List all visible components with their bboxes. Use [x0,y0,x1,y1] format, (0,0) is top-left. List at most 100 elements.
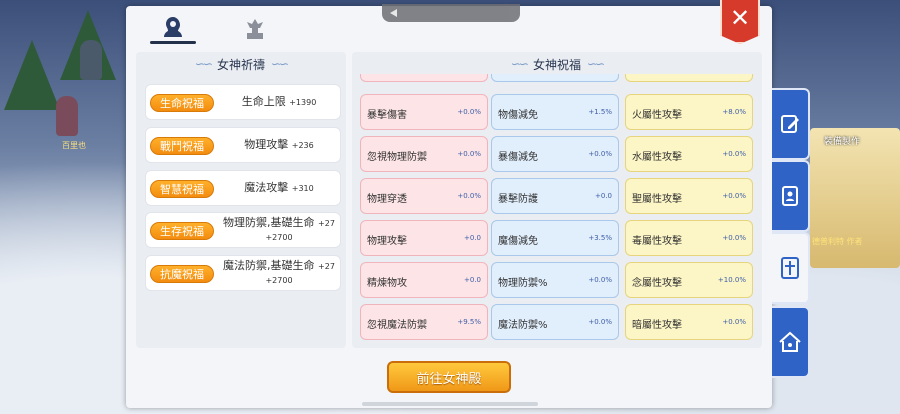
stat-name: 物傷減免 [498,110,538,121]
go-to-goddess-temple-button[interactable]: 前往女神殿 [387,361,511,393]
guild-home-icon [779,331,801,352]
blessing-tag: 抗魔祝福 [150,265,214,283]
side-tab-edit[interactable] [772,88,810,160]
pine-tree [4,40,60,110]
stat-name: 物理攻擊 [244,138,289,151]
blessing-row[interactable]: 生存祝福 物理防禦,基礎生命 +27 +2700 [145,212,341,248]
stat-cell: 物理穿透 +0.0% [360,178,488,214]
stat-cell: 忽視物理防禦 +0.0% [360,136,488,172]
stat-name: 魔法防禦,基礎生命 [223,259,315,272]
stat-name: 魔傷減免 [498,236,538,247]
panel-header: ∽∽ 女神祝福 ∽∽ [352,52,762,76]
stat-name: 魔法防禦% [498,320,548,331]
stat-value: +0.0% [588,276,612,284]
stat-cell: 念屬性攻擊 +10.0% [625,262,753,298]
panel-title: 女神祝福 [532,57,581,72]
stat-cell: 魔法防禦% +0.0% [491,304,619,340]
stat-name: 暴擊傷害 [367,110,407,121]
edit-icon [781,115,799,133]
wave-ornament-icon: ∽∽ [510,57,529,71]
wave-ornament-icon: ∽∽ [271,57,289,71]
panel-bottom-handle [362,402,538,406]
stat-value-secondary: +2700 [265,276,293,285]
tab-goddess-prayer[interactable] [150,12,196,44]
close-icon: ✕ [729,4,751,32]
stat-value: +1.5% [588,108,612,116]
stat-name: 聖屬性攻擊 [632,194,682,205]
stat-value: +8.0% [722,108,746,116]
stat-name: 暗屬性攻擊 [632,320,682,331]
stat-name: 毒屬性攻擊 [632,236,682,247]
stat-name: 生命上限 [241,95,286,108]
npc-portrait-card[interactable] [810,128,900,268]
tab-goddess-statue[interactable] [232,12,278,44]
blessing-row[interactable]: 智慧祝福 魔法攻擊 +310 [145,170,341,206]
collapse-handle[interactable] [382,4,520,22]
blessing-tag: 智慧祝福 [150,180,214,198]
goddess-statue-icon [247,19,263,39]
stat-value: +0.0 [464,234,481,242]
stat-name: 念屬性攻擊 [632,278,682,289]
stat-cell: 暴擊防護 +0.0 [491,178,619,214]
active-tab-indicator [150,41,196,44]
stat-cell: 火屬性攻擊 +8.0% [625,94,753,130]
stat-name: 水屬性攻擊 [632,152,682,163]
stat-cell: 物理攻擊 +0.0 [360,220,488,256]
side-tab-goddess[interactable] [772,232,810,304]
stat-cell-partial [625,74,753,82]
blessing-row[interactable]: 生命祝福 生命上限 +1390 [145,84,341,120]
side-tab-guild[interactable] [772,306,810,378]
stat-name: 忽視物理防禦 [367,152,427,163]
player-character[interactable] [56,96,78,136]
stat-name: 物理防禦,基礎生命 [223,216,315,229]
holy-cross-icon [781,257,799,279]
blessing-tag: 戰鬥祝福 [150,137,214,155]
stat-cell: 水屬性攻擊 +0.0% [625,136,753,172]
stat-value: +236 [291,141,314,150]
stat-value: +3.5% [588,234,612,242]
stat-name: 魔法攻擊 [244,181,289,194]
crafting-label: 裝備製作 [824,137,861,147]
stat-value: +1390 [289,98,317,107]
stat-name: 暴傷減免 [498,152,538,163]
stat-cell: 暴傷減免 +0.0% [491,136,619,172]
wave-ornament-icon: ∽∽ [587,57,605,71]
stat-cell: 暴擊傷害 +0.0% [360,94,488,130]
close-button[interactable]: ✕ [720,0,760,44]
panel-title: 女神祈禱 [216,57,265,72]
goddess-silhouette-icon [164,17,182,37]
blessing-stat: 物理攻擊 +236 [222,138,336,152]
stat-value: +27 [318,219,335,228]
stat-cell-partial [360,74,488,82]
stat-value: +0.0% [457,150,481,158]
stat-value: +27 [318,262,335,271]
stat-value: +0.0% [722,192,746,200]
blessing-tag: 生命祝福 [150,94,214,112]
stat-cell: 聖屬性攻擊 +0.0% [625,178,753,214]
blessing-row[interactable]: 抗魔祝福 魔法防禦,基礎生命 +27 +2700 [145,255,341,291]
stat-value: +0.0 [595,192,612,200]
stat-value: +9.5% [457,318,481,326]
blessing-row[interactable]: 戰鬥祝福 物理攻擊 +236 [145,127,341,163]
npc-name: 百里也 [62,141,86,150]
stat-value: +0.0% [588,150,612,158]
stat-name: 火屬性攻擊 [632,110,682,121]
stat-cell: 忽視魔法防禦 +9.5% [360,304,488,340]
stat-value: +10.0% [717,276,746,284]
side-tab-contacts[interactable] [772,160,810,232]
blessing-stat: 魔法防禦,基礎生命 +27 +2700 [222,259,336,287]
stat-value: +0.0% [457,108,481,116]
stat-cell: 魔傷減免 +3.5% [491,220,619,256]
stat-value: +0.0% [722,150,746,158]
stat-value: +0.0% [722,234,746,242]
stat-value-secondary: +2700 [265,233,293,242]
stat-value: +0.0% [457,192,481,200]
npc-character[interactable] [80,40,102,80]
stat-value: +0.0% [722,318,746,326]
blessing-tag: 生存祝福 [150,222,214,240]
blessing-stat: 魔法攻擊 +310 [222,181,336,195]
blessing-stats-grid[interactable]: 暴擊傷害 +0.0% 物傷減免 +1.5% 火屬性攻擊 +8.0% 忽視物理防禦 +0.… [360,74,754,346]
stat-value: +0.0% [588,318,612,326]
blessing-stat: 物理防禦,基礎生命 +27 +2700 [222,216,336,244]
stat-cell-partial [491,74,619,82]
